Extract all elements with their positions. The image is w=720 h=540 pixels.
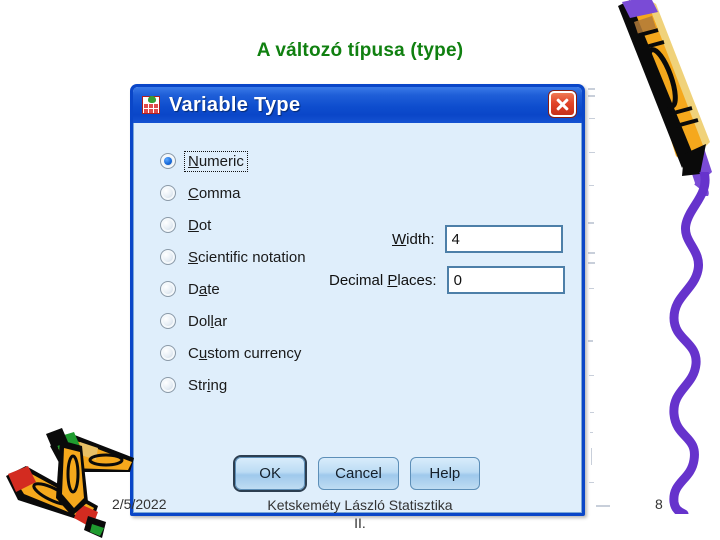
width-label: Width: [392,231,435,248]
help-button[interactable]: Help [409,457,480,490]
radio-label: String [185,376,230,395]
decimal-places-label: Decimal Places: [329,272,437,289]
variable-type-dialog: Variable Type Numeric Comma Dot Scientif… [130,84,585,516]
radio-button-icon[interactable] [160,217,176,233]
radio-label: Numeric [184,150,248,172]
radio-option-dollar[interactable]: Dollar [160,305,410,337]
radio-option-comma[interactable]: Comma [160,177,410,209]
radio-label-rest: te [207,280,220,298]
radio-label-pre: Str [188,376,208,394]
radio-button-icon[interactable] [160,249,176,265]
radio-label: Comma [185,184,244,203]
squiggle-icon [669,172,710,514]
crayon-icon [618,0,712,196]
width-label-mnemonic: W [392,230,407,248]
radio-button-icon[interactable] [160,185,176,201]
radio-label-rest: ng [210,376,228,394]
radio-mnemonic: N [188,152,199,170]
radio-option-string[interactable]: String [160,369,410,401]
radio-label-rest: ar [213,312,228,330]
decimal-places-label-mnemonic: P [387,271,398,289]
footer-center-line2: II. [354,515,366,531]
radio-label-pre: Dol [188,312,211,330]
radio-button-icon[interactable] [160,153,176,169]
radio-option-numeric[interactable]: Numeric [160,145,410,177]
radio-label-rest: ot [198,216,212,234]
radio-label: Custom currency [185,344,304,363]
width-input[interactable] [444,225,563,253]
dialog-body: Numeric Comma Dot Scientific notation Da [133,123,582,513]
close-icon[interactable] [549,91,576,117]
radio-button-icon[interactable] [160,313,176,329]
radio-label-rest: umeric [198,152,244,170]
radio-label: Dot [185,216,214,235]
radio-option-dot[interactable]: Dot [160,209,410,241]
radio-label-rest: stom currency [207,344,302,362]
dialog-title: Variable Type [169,93,301,116]
footer-center-line1: Ketskeméty László Statisztika [267,497,453,513]
ok-button[interactable]: OK [235,457,306,490]
width-label-rest: idth: [406,230,435,248]
radio-label-pre: C [188,344,199,362]
decimal-places-field-row: Decimal Places: [329,266,565,294]
radio-label-rest: cientific notation [198,248,306,266]
radio-mnemonic: u [198,344,208,362]
radio-label-rest: omma [198,184,241,202]
decimal-places-label-pre: Decimal [329,271,388,289]
radio-mnemonic: C [188,184,199,202]
radio-option-custom-currency[interactable]: Custom currency [160,337,410,369]
radio-label: Scientific notation [185,248,309,267]
footer-center: Ketskeméty László Statisztika II. [160,496,560,532]
radio-mnemonic: a [198,280,208,298]
radio-mnemonic: S [188,248,199,266]
radio-label: Dollar [185,312,230,331]
dialog-button-row: OK Cancel Help [134,457,581,490]
width-field-row: Width: [392,225,563,253]
decimal-places-input[interactable] [446,266,565,294]
radio-mnemonic: D [188,216,199,234]
radio-button-icon[interactable] [160,345,176,361]
cancel-button[interactable]: Cancel [318,457,399,490]
decimal-places-label-rest: laces: [397,271,437,289]
radio-label: Date [185,280,223,299]
radio-button-icon[interactable] [160,377,176,393]
dialog-titlebar[interactable]: Variable Type [133,87,582,123]
radio-label-pre: D [188,280,199,298]
variable-grid-icon [142,96,160,114]
radio-button-icon[interactable] [160,281,176,297]
crayons-icon [6,428,134,538]
